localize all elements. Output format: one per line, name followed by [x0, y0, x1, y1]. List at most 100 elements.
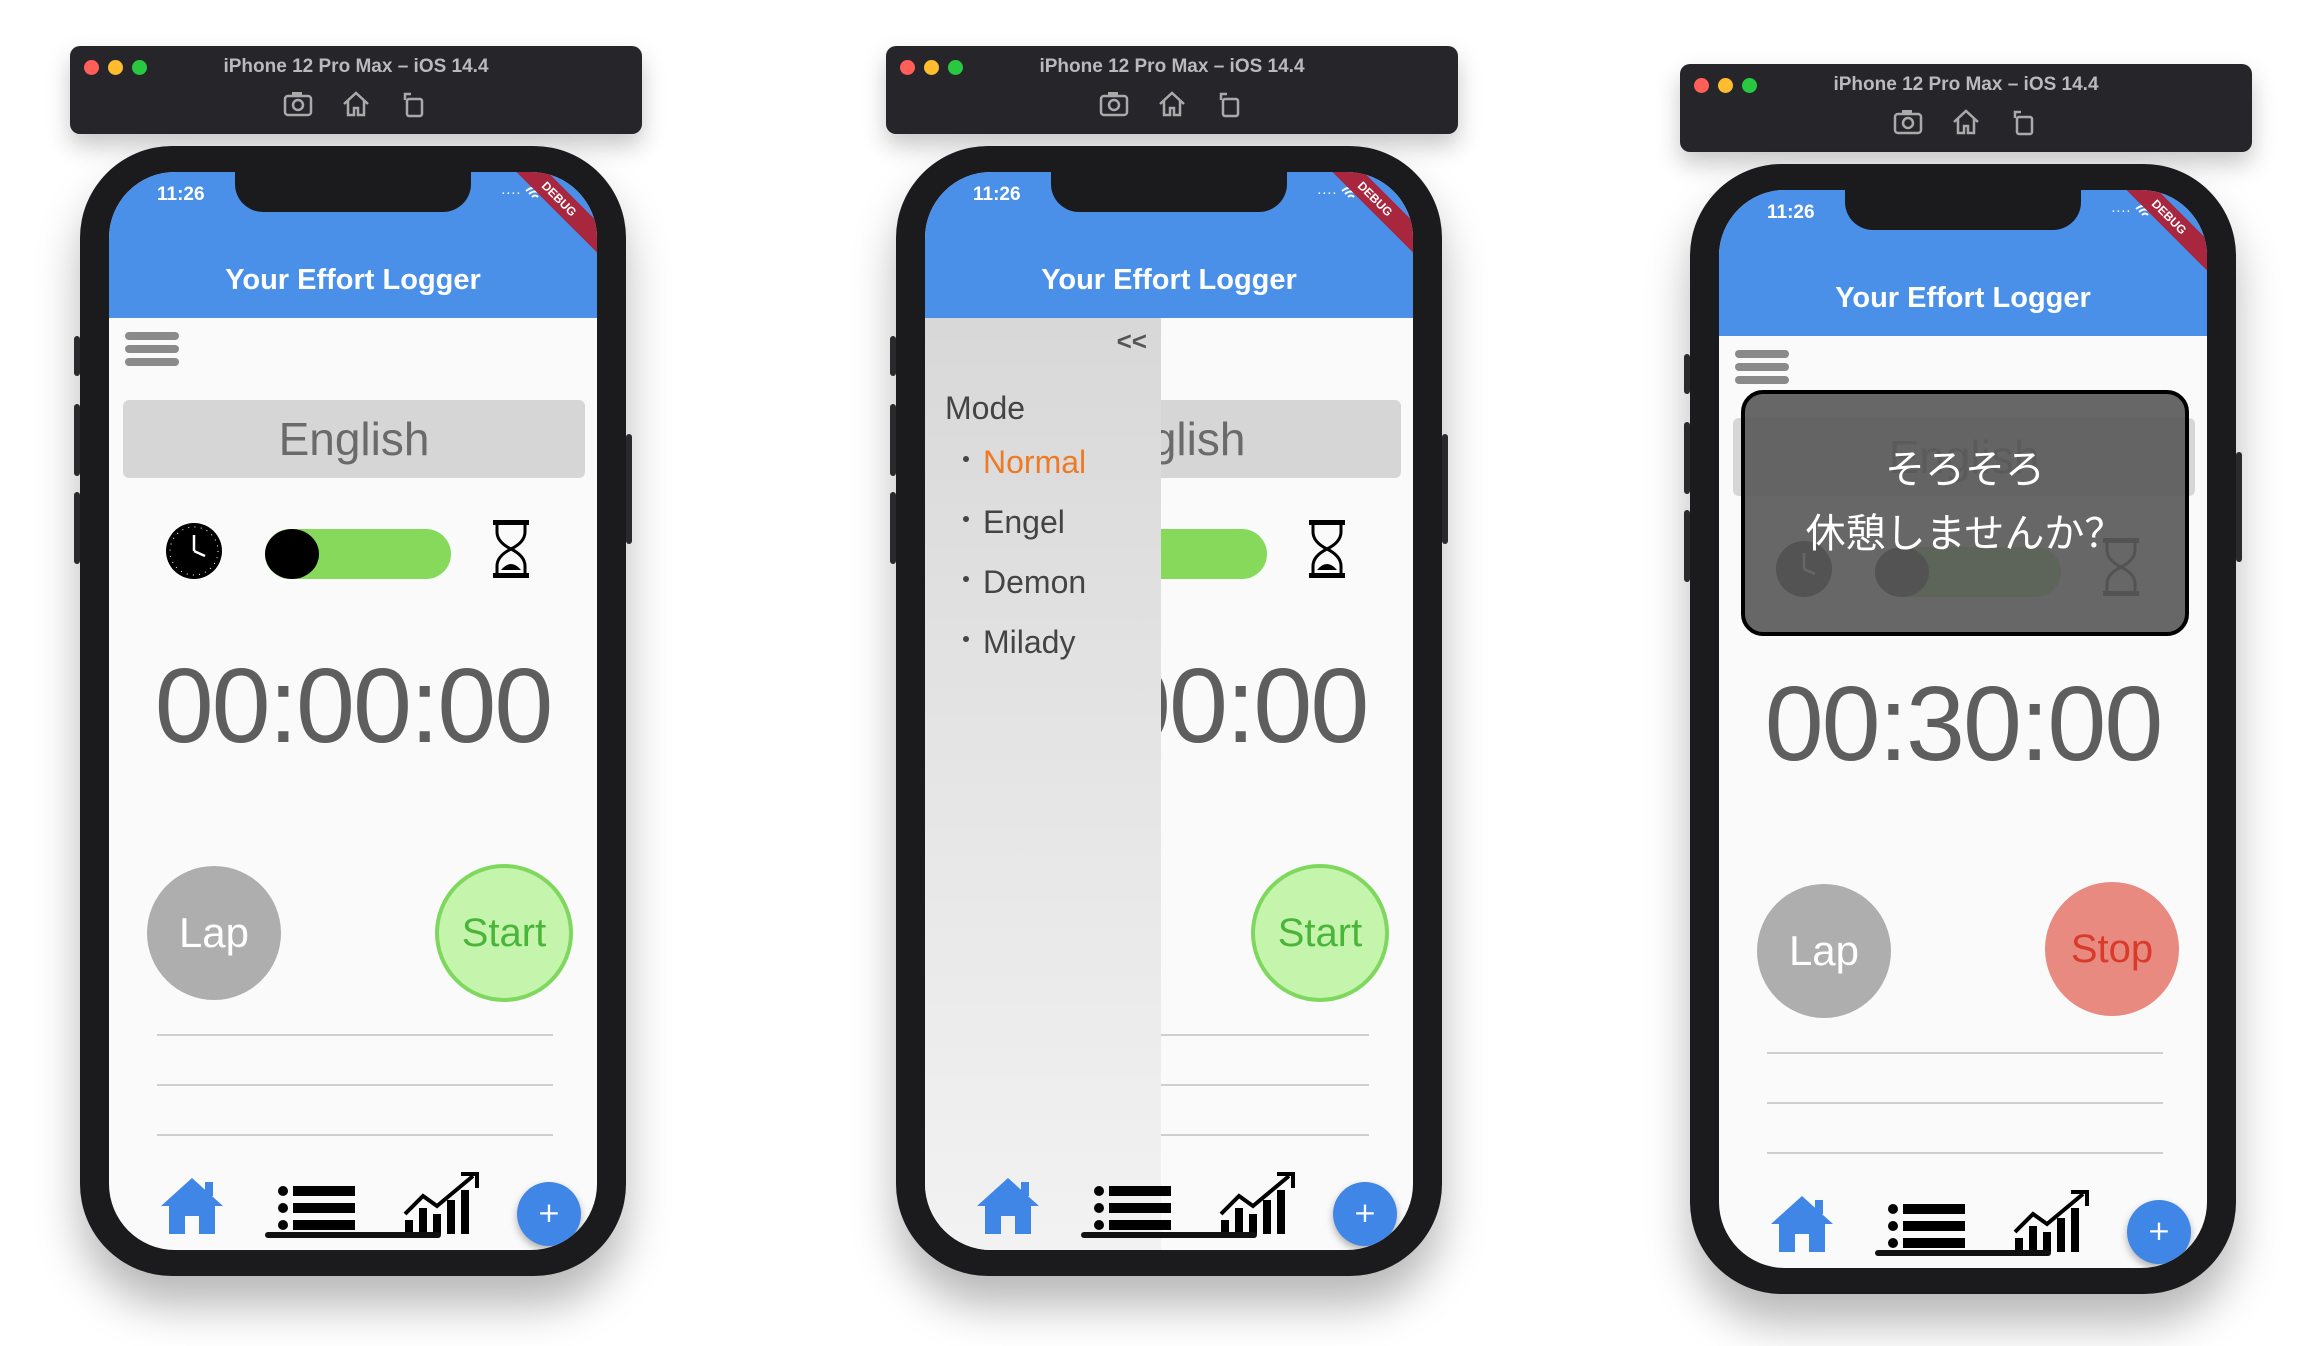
simulator-window-1: iPhone 12 Pro Max – iOS 14.4 11:26 ···· …	[68, 46, 654, 1296]
notch	[235, 172, 471, 212]
add-button[interactable]: +	[1333, 1182, 1397, 1246]
camera-icon[interactable]	[1893, 108, 1923, 136]
add-button[interactable]: +	[2127, 1200, 2191, 1264]
menu-icon[interactable]	[1735, 350, 1789, 390]
drawer-close-button[interactable]: <<	[1117, 326, 1147, 357]
lap-row-divider	[157, 1034, 553, 1036]
phone-frame: 11:26 ···· DEBUG Your Effort Logger Engl…	[890, 146, 1448, 1276]
mode-item-engel[interactable]: Engel	[963, 504, 1065, 541]
side-button	[1684, 354, 1690, 394]
rotate-icon[interactable]	[1215, 90, 1245, 118]
simulator-window-3: iPhone 12 Pro Max – iOS 14.4 11:26 ···· …	[1678, 64, 2264, 1314]
start-button[interactable]: Start	[1251, 864, 1389, 1002]
timer-display: 00:30:00	[1764, 665, 2164, 783]
status-time: 11:26	[973, 184, 1021, 205]
app-title: Your Effort Logger	[1041, 264, 1297, 296]
break-reminder-dialog: そろそろ 休憩しませんか？	[1741, 390, 2189, 636]
lap-row-divider	[1767, 1052, 2163, 1054]
mode-heading: Mode	[945, 390, 1026, 426]
volume-down-button	[890, 492, 896, 564]
list-tab-icon[interactable]	[1887, 1202, 1967, 1250]
list-tab-icon[interactable]	[1093, 1184, 1173, 1232]
lap-row-divider	[1767, 1152, 2163, 1154]
home-indicator	[1875, 1250, 2051, 1256]
camera-icon[interactable]	[283, 90, 313, 118]
simulator-toolbar	[70, 90, 642, 118]
lap-row-divider	[1767, 1102, 2163, 1104]
menu-icon[interactable]	[125, 332, 179, 372]
reminder-line-2: 休憩しませんか？	[1805, 511, 2125, 557]
bullet-icon	[963, 515, 969, 522]
lap-row-divider	[157, 1134, 553, 1136]
language-selector[interactable]: English	[123, 400, 585, 478]
lap-button[interactable]: Lap	[147, 866, 281, 1000]
chart-tab-icon[interactable]	[2013, 1190, 2089, 1254]
volume-up-button	[890, 404, 896, 476]
home-icon[interactable]	[1951, 108, 1981, 136]
simulator-window-2: iPhone 12 Pro Max – iOS 14.4 11:26 ···· …	[884, 46, 1470, 1296]
status-time: 11:26	[1767, 202, 1815, 223]
toggle-knob[interactable]	[265, 529, 319, 579]
add-button[interactable]: +	[517, 1182, 581, 1246]
mode-item-label: Normal	[983, 444, 1087, 480]
phone-screen: 11:26 ···· DEBUG Your Effort Logger Engl…	[1719, 190, 2207, 1268]
signal-icon: ····	[1316, 184, 1337, 201]
volume-up-button	[1684, 422, 1690, 494]
bullet-icon	[963, 455, 969, 462]
side-button	[74, 336, 80, 376]
rotate-icon[interactable]	[2009, 108, 2039, 136]
mode-drawer: << Mode Normal Engel Demon Milady	[925, 318, 1161, 1250]
status-time: 11:26	[157, 184, 205, 205]
chart-tab-icon[interactable]	[403, 1172, 479, 1236]
simulator-toolbar	[886, 90, 1458, 118]
app-title: Your Effort Logger	[225, 264, 481, 296]
lap-row-divider	[157, 1084, 553, 1086]
lap-button[interactable]: Lap	[1757, 884, 1891, 1018]
simulator-title: iPhone 12 Pro Max – iOS 14.4	[223, 56, 489, 77]
phone-frame: 11:26 ···· DEBUG Your Effort Logger Engl…	[74, 146, 632, 1276]
bullet-icon	[963, 635, 969, 642]
camera-icon[interactable]	[1099, 90, 1129, 118]
simulator-toolbar	[1680, 108, 2252, 136]
stop-button[interactable]: Stop	[2045, 882, 2179, 1016]
power-button	[2236, 452, 2242, 562]
signal-icon: ····	[2110, 202, 2131, 219]
power-button	[1442, 434, 1448, 544]
hourglass-icon	[493, 520, 529, 578]
chart-tab-icon[interactable]	[1219, 1172, 1295, 1236]
mode-item-demon[interactable]: Demon	[963, 564, 1086, 601]
clock-icon	[166, 523, 222, 579]
phone-screen: 11:26 ···· DEBUG Your Effort Logger Engl…	[925, 172, 1413, 1250]
home-icon[interactable]	[1157, 90, 1187, 118]
simulator-titlebar: iPhone 12 Pro Max – iOS 14.4	[886, 46, 1458, 134]
rotate-icon[interactable]	[399, 90, 429, 118]
hourglass-icon	[1309, 520, 1345, 578]
mode-item-label: Milady	[983, 624, 1076, 660]
simulator-title: iPhone 12 Pro Max – iOS 14.4	[1833, 74, 2099, 95]
simulator-title: iPhone 12 Pro Max – iOS 14.4	[1039, 56, 1305, 77]
reminder-line-1: そろそろ	[1885, 447, 2045, 493]
side-button	[890, 336, 896, 376]
mode-item-milady[interactable]: Milady	[963, 624, 1075, 661]
list-tab-icon[interactable]	[277, 1184, 357, 1232]
start-button[interactable]: Start	[435, 864, 573, 1002]
notch	[1051, 172, 1287, 212]
volume-down-button	[1684, 510, 1690, 582]
phone-screen: 11:26 ···· DEBUG Your Effort Logger Engl…	[109, 172, 597, 1250]
mode-toggle[interactable]	[265, 529, 451, 579]
simulator-titlebar: iPhone 12 Pro Max – iOS 14.4	[1680, 64, 2252, 152]
mode-item-normal[interactable]: Normal	[963, 444, 1086, 481]
bullet-icon	[963, 575, 969, 582]
phone-frame: 11:26 ···· DEBUG Your Effort Logger Engl…	[1684, 164, 2242, 1294]
home-indicator	[1081, 1232, 1257, 1238]
home-tab-icon[interactable]	[975, 1176, 1041, 1236]
app-title: Your Effort Logger	[1835, 282, 2091, 314]
signal-icon: ····	[500, 184, 521, 201]
home-icon[interactable]	[341, 90, 371, 118]
home-tab-icon[interactable]	[1769, 1194, 1835, 1254]
simulator-titlebar: iPhone 12 Pro Max – iOS 14.4	[70, 46, 642, 134]
home-tab-icon[interactable]	[159, 1176, 225, 1236]
mode-item-label: Demon	[983, 564, 1087, 600]
notch	[1845, 190, 2081, 230]
mode-item-label: Engel	[983, 504, 1065, 540]
